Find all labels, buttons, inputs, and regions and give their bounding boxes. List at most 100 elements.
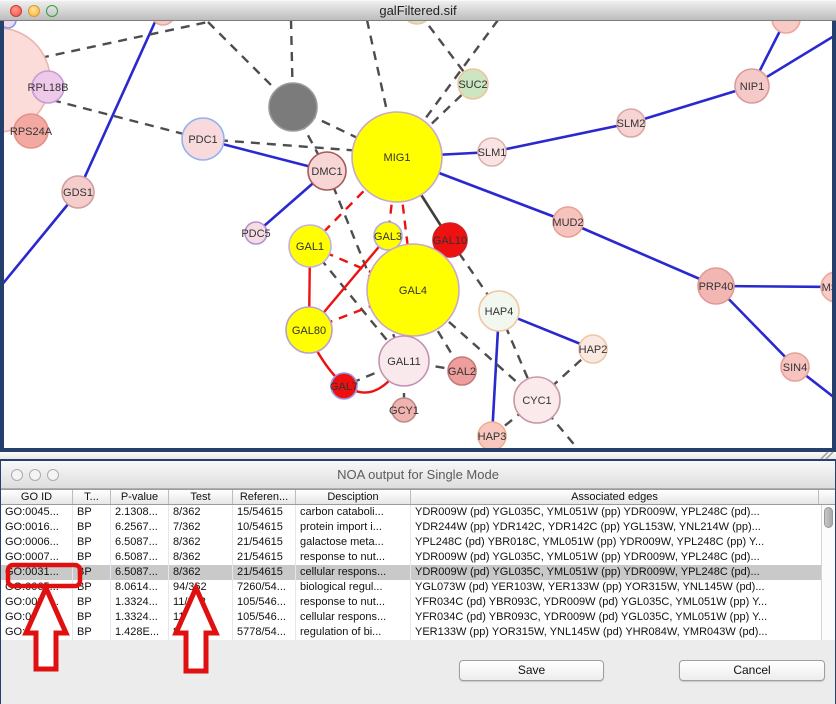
table-cell: 94/362 [169, 580, 233, 595]
scrollbar-thumb[interactable] [824, 507, 833, 528]
node-label-mud2: MUD2 [552, 217, 583, 229]
table-cell: 8/362 [169, 505, 233, 520]
table-cell: YGL073W (pd) YER103W, YER133W (pp) YOR31… [411, 580, 821, 595]
table-row-5[interactable]: GO:0031...BP6.5087...8/36221/54615cellul… [1, 565, 821, 580]
table-row-8[interactable]: GO:0031...BP1.3324...11/362105/546...cel… [1, 610, 821, 625]
table-row-2[interactable]: GO:0016...BP6.2567...7/36210/54615protei… [1, 520, 821, 535]
table-cell: 5778/54... [233, 625, 296, 640]
results-table[interactable]: GO:0045...BP2.1308...8/36215/54615carbon… [1, 505, 821, 640]
node-label-gal7: GAL7 [330, 381, 358, 393]
table-row-6[interactable]: GO:0065...BP8.0614...94/3627260/54...bio… [1, 580, 821, 595]
table-cell: GO:0007... [1, 550, 73, 565]
table-cell: 11/362 [169, 610, 233, 625]
edge-dashed [40, 22, 208, 58]
table-cell: 10/54615 [233, 520, 296, 535]
node-top-green[interactable] [403, 21, 431, 24]
results-table-header[interactable]: GO IDT...P-valueTestReferen...Desciption… [1, 489, 835, 505]
table-cell: YER133W (pp) YOR315W, YNL145W (pd) YHR08… [411, 625, 821, 640]
node-gray-node[interactable] [269, 83, 317, 131]
table-row-4[interactable]: GO:0007...BP6.5087...8/36221/54615respon… [1, 550, 821, 565]
column-header-5[interactable]: Referen... [233, 490, 296, 504]
node-label-cyc1: CYC1 [522, 395, 551, 407]
node-label-gal1: GAL1 [296, 241, 324, 253]
node-label-gal10: GAL10 [433, 235, 467, 247]
table-cell: galactose meta... [296, 535, 411, 550]
table-cell: YDR009W (pd) YGL035C, YML051W (pp) YDR00… [411, 505, 821, 520]
table-cell: YPL248C (pd) YBR018C, YML051W (pp) YDR00… [411, 535, 821, 550]
node-label-slm1: SLM1 [478, 147, 507, 159]
table-cell: 1.3324... [111, 595, 169, 610]
save-button[interactable]: Save [459, 660, 604, 681]
table-cell: GO:0045... [1, 505, 73, 520]
node-label-hap2: HAP2 [579, 344, 608, 356]
table-cell: 7260/54... [233, 580, 296, 595]
table-row-1[interactable]: GO:0045...BP2.1308...8/36215/54615carbon… [1, 505, 821, 520]
table-cell: protein import i... [296, 520, 411, 535]
table-cell: GO:0050... [1, 625, 73, 640]
network-view-frame: RPL18BRPS24AGDS1PDC1MIG1DMC1SUC2NIP1SLM2… [0, 21, 836, 452]
table-cell: GO:0031... [1, 565, 73, 580]
node-label-hap3: HAP3 [478, 431, 507, 443]
table-cell: BP [73, 535, 111, 550]
column-header-2[interactable]: T... [73, 490, 111, 504]
table-cell: BP [73, 550, 111, 565]
table-row-9[interactable]: GO:0050...BP1.428E...80/3625778/54...reg… [1, 625, 821, 640]
edge-blue [492, 123, 631, 152]
node-corner-partial[interactable] [4, 21, 16, 28]
table-cell: response to nut... [296, 595, 411, 610]
table-cell: GO:0016... [1, 520, 73, 535]
node-label-prp40: PRP40 [699, 281, 734, 293]
table-cell: regulation of bi... [296, 625, 411, 640]
network-window-title: galFiltered.sif [0, 3, 836, 18]
table-cell: 1.3324... [111, 610, 169, 625]
node-label-pdc5: PDC5 [241, 228, 270, 240]
column-header-1[interactable]: GO ID [1, 490, 73, 504]
header-scrollbar-corner [819, 490, 835, 504]
table-cell: 21/54615 [233, 550, 296, 565]
column-header-3[interactable]: P-value [111, 490, 169, 504]
table-cell: GO:0031... [1, 595, 73, 610]
table-cell: 11/362 [169, 595, 233, 610]
cancel-button[interactable]: Cancel [679, 660, 825, 681]
node-top-pink-2[interactable] [772, 21, 800, 33]
table-cell: 15/54615 [233, 505, 296, 520]
node-label-dmc1: DMC1 [311, 166, 342, 178]
node-label-gal2: GAL2 [448, 366, 476, 378]
node-label-gal3: GAL3 [374, 231, 402, 243]
node-label-gal11: GAL11 [387, 356, 420, 368]
table-cell: 21/54615 [233, 535, 296, 550]
table-cell: 8.0614... [111, 580, 169, 595]
table-cell: response to nut... [296, 550, 411, 565]
table-cell: 8/362 [169, 535, 233, 550]
node-label-gal4: GAL4 [399, 285, 427, 297]
table-row-7[interactable]: GO:0031...BP1.3324...11/362105/546...res… [1, 595, 821, 610]
noa-output-window: NOA output for Single Mode GO IDT...P-va… [0, 461, 836, 704]
table-row-3[interactable]: GO:0006...BP6.5087...8/36221/54615galact… [1, 535, 821, 550]
column-header-7[interactable]: Associated edges [411, 490, 819, 504]
noa-window-title: NOA output for Single Mode [1, 467, 835, 482]
network-window-bottom-edge [0, 452, 836, 459]
table-cell: carbon cataboli... [296, 505, 411, 520]
table-cell: 80/362 [169, 625, 233, 640]
table-cell: 105/546... [233, 595, 296, 610]
node-label-gcy1: GCY1 [389, 405, 419, 417]
table-cell: 6.5087... [111, 565, 169, 580]
edge-dashed [52, 100, 203, 139]
network-canvas[interactable]: RPL18BRPS24AGDS1PDC1MIG1DMC1SUC2NIP1SLM2… [4, 21, 832, 448]
table-cell: 6.5087... [111, 535, 169, 550]
table-cell: BP [73, 610, 111, 625]
node-label-rpl18b: RPL18B [28, 82, 69, 94]
table-cell: GO:0031... [1, 610, 73, 625]
table-cell: 7/362 [169, 520, 233, 535]
node-label-suc2: SUC2 [458, 79, 487, 91]
table-scrollbar[interactable] [821, 505, 835, 640]
table-cell: biological regul... [296, 580, 411, 595]
table-cell: BP [73, 565, 111, 580]
node-label-nip1: NIP1 [740, 81, 764, 93]
column-header-4[interactable]: Test [169, 490, 233, 504]
column-header-6[interactable]: Desciption [296, 490, 411, 504]
network-window-titlebar[interactable]: galFiltered.sif [0, 0, 836, 21]
table-cell: YDR009W (pd) YGL035C, YML051W (pp) YDR00… [411, 550, 821, 565]
noa-window-titlebar[interactable]: NOA output for Single Mode [1, 461, 835, 489]
table-cell: cellular respons... [296, 565, 411, 580]
